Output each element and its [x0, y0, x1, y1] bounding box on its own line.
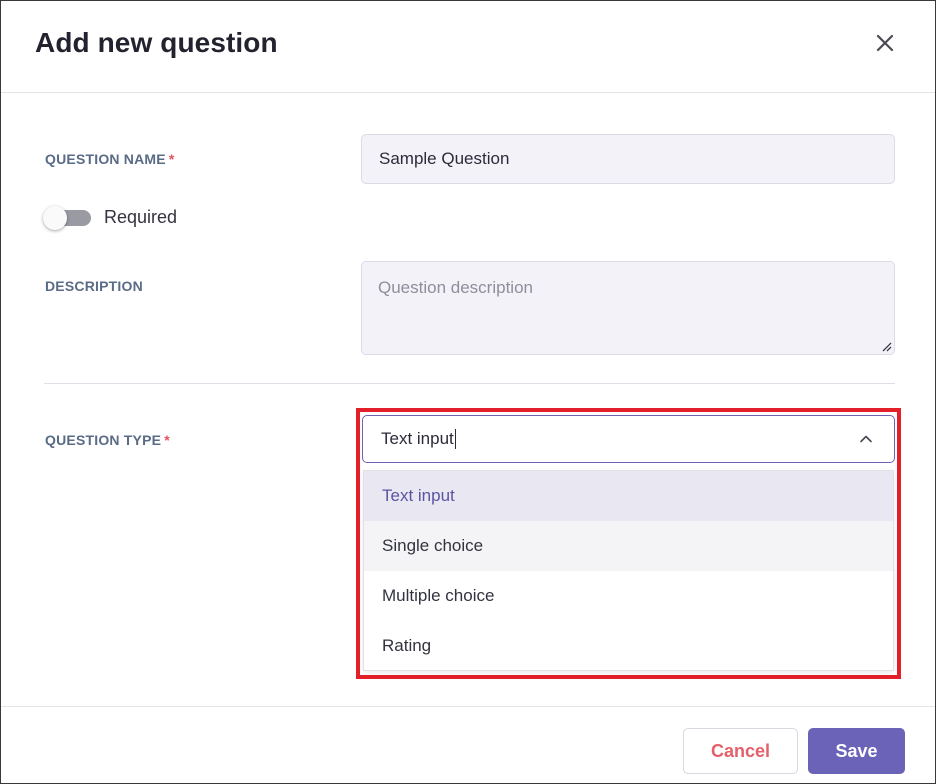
- dialog-header: Add new question: [1, 1, 935, 93]
- dialog-footer: Cancel Save: [1, 706, 935, 784]
- option-text-input[interactable]: Text input: [364, 471, 893, 521]
- text-caret: [454, 429, 456, 449]
- option-multiple-choice[interactable]: Multiple choice: [364, 571, 893, 621]
- option-rating[interactable]: Rating: [364, 621, 893, 671]
- question-type-selected-value: Text input: [381, 429, 454, 448]
- required-toggle-label: Required: [104, 207, 178, 227]
- question-type-label: QUESTION TYPE *: [45, 432, 170, 448]
- description-label: DESCRIPTION: [45, 278, 143, 294]
- toggle-knob: [43, 206, 67, 230]
- question-name-input[interactable]: [361, 134, 895, 184]
- question-name-label-text: QUESTION NAME: [45, 151, 166, 167]
- required-star: *: [164, 432, 170, 448]
- resize-grip-icon[interactable]: [880, 340, 892, 352]
- question-type-select[interactable]: Text input: [362, 415, 895, 463]
- add-question-dialog: Add new question QUESTION NAME* Required…: [0, 0, 936, 784]
- close-button[interactable]: [869, 27, 901, 59]
- cancel-button[interactable]: Cancel: [683, 728, 798, 774]
- question-type-label-text: QUESTION TYPE: [45, 432, 162, 448]
- close-icon: [876, 34, 894, 52]
- chevron-up-icon[interactable]: [859, 432, 873, 446]
- section-divider: [44, 383, 895, 384]
- required-toggle[interactable]: [43, 206, 91, 230]
- description-textarea[interactable]: [361, 261, 895, 355]
- option-single-choice[interactable]: Single choice: [364, 521, 893, 571]
- question-name-label: QUESTION NAME *: [45, 151, 174, 167]
- dialog-title: Add new question: [35, 27, 278, 58]
- save-button[interactable]: Save: [808, 728, 905, 774]
- required-star: *: [168, 151, 175, 167]
- question-type-options: Text input Single choice Multiple choice…: [363, 470, 894, 671]
